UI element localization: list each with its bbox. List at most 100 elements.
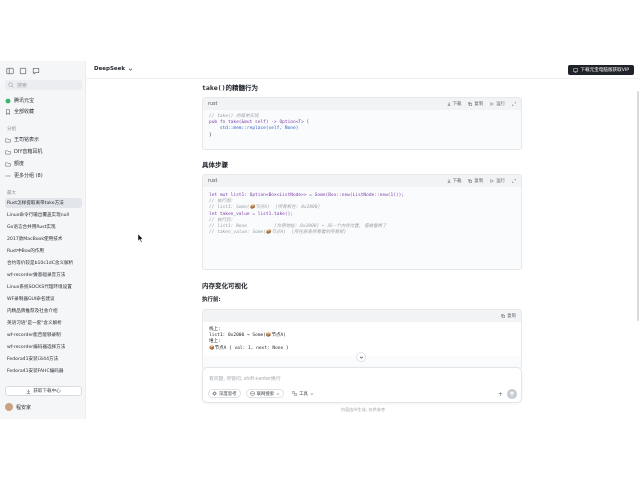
copy-label: 复制 (507, 314, 516, 319)
run-icon (490, 102, 495, 106)
chevron-down-icon (310, 392, 314, 395)
group-label: 更多分组 (8) (14, 173, 43, 179)
chat-item[interactable]: Rust怎样提取离带take方法 (5, 198, 82, 208)
chat-item[interactable]: 内精品牌推荐及社会介绍 (5, 306, 82, 316)
plus-icon: + (497, 391, 503, 398)
scroll-to-bottom-button[interactable] (356, 352, 366, 362)
more-icon (5, 174, 11, 177)
group-item[interactable]: 王司铭表示 (5, 135, 82, 144)
chat-item[interactable]: Linux命令行输出覆盖实现null (5, 210, 82, 220)
chat-title: WF录制器GUI命名建议 (7, 297, 55, 302)
code-line: 📦节点A { val: 1, next: None } (209, 345, 289, 351)
sidebar-item-favorites[interactable]: 全部收藏 (5, 107, 82, 116)
code-body: 栈上: list1: 0x2000 → Some(📦节点A) 堆上: 📦节点A { v… (203, 322, 521, 356)
chat-title: Fedora41安装FAHC编码器 (7, 369, 64, 374)
yuanbao-icon (5, 98, 11, 103)
chat-title: Rust中Box的作用 (7, 249, 45, 254)
chat-title: 合约等价较是b10c1dC含义解析 (7, 261, 74, 266)
tools-menu[interactable]: 工具 (289, 389, 317, 398)
sidebar-top-icons (6, 67, 40, 75)
globe-icon (249, 391, 255, 396)
copy-button[interactable]: 复制 (468, 101, 483, 107)
download-button[interactable]: 下载 (447, 178, 461, 184)
chat-item[interactable]: wf-recorder编码器选择方法 (5, 342, 82, 352)
code-body: let mut list1: Option<Box<ListNode>> = S… (203, 187, 521, 240)
sidebar-item-label: 全部收藏 (14, 109, 35, 115)
folder-icon (5, 150, 11, 154)
user-profile[interactable]: 程安家 (5, 403, 31, 411)
run-button[interactable]: 运行 (490, 101, 505, 107)
expand-button[interactable] (512, 102, 516, 106)
new-window-icon[interactable] (19, 67, 27, 75)
section-title-take: take()的精髓行为 (202, 82, 258, 92)
chat-item[interactable]: wf-recorder做基础录音方法 (5, 270, 82, 280)
sidebar-item-label: 腾讯元宝 (14, 98, 35, 104)
group-label: DIY音箱耳机 (14, 149, 43, 155)
chat-item[interactable]: wf-recorder能否能够录制 (5, 330, 82, 340)
chat-input[interactable]: 有问题, 尽管问, shift+enter换行 (209, 375, 281, 382)
copy-button[interactable]: 复制 (501, 313, 516, 319)
sidebar-item-yuanbao[interactable]: 腾讯元宝 (5, 96, 82, 105)
ai-disclaimer: 内容由AI生成, 仅供参考 (340, 407, 386, 412)
deep-think-label: 深度思考 (219, 391, 237, 397)
chevron-down-icon (359, 356, 363, 359)
chat-item[interactable]: Fedora41安装i3i44方法 (5, 354, 82, 364)
chat-item[interactable]: Rust中Box的作用 (5, 246, 82, 256)
download-icon (26, 389, 31, 394)
mouse-cursor-icon (138, 234, 144, 243)
chat-item[interactable]: Linux系统SOCKS代理环境设置 (5, 282, 82, 292)
chat-item[interactable]: 2017款MacBook使用技术 (5, 234, 82, 244)
sidebar-toggle-icon[interactable] (6, 67, 14, 75)
chat-item[interactable]: 英语习语"是一套"含义解析 (5, 318, 82, 328)
take-title-text: 的精髓行为 (225, 84, 258, 92)
chat-item[interactable]: WF录制器GUI命名建议 (5, 294, 82, 304)
copy-label: 复制 (474, 102, 484, 107)
code-block-take: rust 下载 复制 运行 // take() 的简单实现 pub fn take… (202, 97, 522, 150)
code-line: } (209, 132, 212, 138)
code-header: rust 下载 复制 运行 (203, 175, 521, 187)
code-header: 复制 (203, 310, 521, 322)
tools-icon (292, 391, 297, 396)
folder-icon (5, 138, 11, 142)
chat-item[interactable]: Fedora41安装FAHC编码器 (5, 366, 82, 376)
group-item[interactable]: 额度 (5, 159, 82, 168)
code-actions: 下载 复制 运行 (447, 178, 516, 184)
take-code-label: take() (202, 84, 226, 92)
new-chat-icon[interactable] (32, 67, 40, 75)
attach-button[interactable]: + (498, 391, 503, 398)
before-label: 执行前: (202, 297, 221, 303)
folder-icon (5, 162, 11, 166)
copy-icon (468, 102, 473, 106)
avatar (5, 403, 13, 411)
copy-button[interactable]: 复制 (468, 178, 483, 184)
chat-input-box: 有问题, 尽管问, shift+enter换行 深度思考 联网搜索 工具 + (202, 367, 522, 403)
group-more[interactable]: 更多分组 (8) (5, 171, 82, 180)
chat-item[interactable]: 合约等价较是b10c1dC含义解析 (5, 258, 82, 268)
app-window: 搜索 腾讯元宝 全部收藏 分组 王司铭表示 DIY音箱耳机 额度 更多分组 (8… (0, 61, 640, 419)
chat-item[interactable]: Go语言合并用Rust实现 (5, 222, 82, 232)
code-line: // taken_value: Some(📦节点A) [所在原来所有者的所有权] (209, 230, 347, 236)
code-body: // take() 的简单实现 pub fn take(&mut self) ->… (203, 110, 521, 143)
download-button[interactable]: 下载 (447, 101, 461, 107)
sidebar: 搜索 腾讯元宝 全部收藏 分组 王司铭表示 DIY音箱耳机 额度 更多分组 (8… (0, 61, 86, 419)
user-name: 程安家 (16, 404, 32, 411)
model-selector[interactable]: DeepSeek (94, 66, 133, 72)
download-center-button[interactable]: 获取下载中心 (5, 386, 82, 396)
topbar: DeepSeek 下载元宝电脑版获取VIP (86, 61, 640, 79)
sidebar-search[interactable]: 搜索 (5, 80, 82, 90)
copy-icon (468, 179, 473, 183)
send-button[interactable] (507, 389, 517, 399)
run-label: 运行 (496, 102, 505, 107)
chevron-down-icon (128, 68, 133, 71)
group-item[interactable]: DIY音箱耳机 (5, 147, 82, 156)
send-arrow-icon (509, 391, 515, 397)
expand-button[interactable] (512, 179, 516, 183)
copy-label: 复制 (474, 179, 484, 184)
vip-download-button[interactable]: 下载元宝电脑版获取VIP (568, 65, 634, 75)
groups-label: 分组 (7, 127, 16, 132)
deep-think-toggle[interactable]: 深度思考 (208, 389, 241, 398)
run-button[interactable]: 运行 (490, 178, 505, 184)
web-search-toggle[interactable]: 联网搜索 (245, 389, 285, 398)
model-name: DeepSeek (94, 66, 126, 72)
scrollbar[interactable] (637, 91, 639, 321)
